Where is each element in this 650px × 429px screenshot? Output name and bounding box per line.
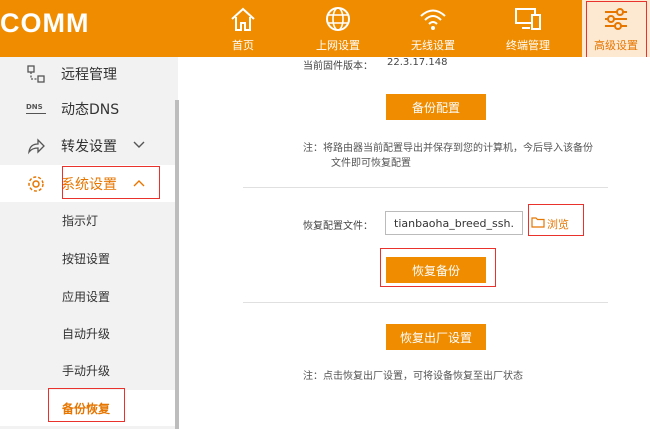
sidebar-item-forwarding[interactable]: 转发设置 [0, 127, 176, 164]
remote-icon [27, 65, 45, 83]
sidebar-subitem-label: 指示灯 [62, 214, 99, 228]
nav-advanced-label: 高级设置 [594, 39, 638, 52]
factory-reset-note: 注：点击恢复出厂设置，可将设备恢复至出厂状态 [303, 371, 523, 382]
chevron-down-icon [133, 141, 145, 148]
sidebar-subitem-auto-upgrade[interactable]: 自动升级 [0, 315, 176, 351]
sidebar-item-system-settings[interactable]: 系统设置 [0, 165, 176, 202]
firmware-version-label: 当前固件版本： [303, 61, 373, 72]
sidebar-item-label: 系统设置 [61, 177, 117, 193]
browse-button[interactable]: 浏览 [531, 213, 581, 233]
nav-wireless-label: 无线设置 [411, 39, 455, 52]
sidebar-item-label: 远程管理 [61, 67, 117, 83]
sidebar-item-label: 转发设置 [61, 139, 117, 155]
sidebar-subitem-indicator[interactable]: 指示灯 [0, 202, 176, 238]
restore-file-label: 恢复配置文件： [303, 221, 373, 232]
home-icon [231, 7, 255, 31]
globe-icon [326, 7, 350, 31]
nav-advanced-settings[interactable]: 高级设置 [582, 0, 650, 57]
restore-file-input[interactable] [385, 211, 523, 235]
forward-icon [28, 138, 45, 155]
sliders-icon [605, 8, 627, 30]
sidebar-subitem-manual-upgrade[interactable]: 手动升级 [0, 352, 176, 388]
wifi-icon [420, 9, 446, 30]
gear-icon [28, 176, 44, 192]
nav-internet-settings[interactable]: 上网设置 [297, 0, 379, 57]
chevron-up-icon [133, 180, 145, 187]
factory-reset-button[interactable]: 恢复出厂设置 [386, 324, 486, 350]
brand-logo: COMM [0, 8, 90, 38]
nav-device-management[interactable]: 终端管理 [487, 0, 569, 57]
backup-note-line2: 文件即可恢复配置 [331, 158, 411, 169]
sidebar-subitem-label: 手动升级 [62, 364, 111, 378]
restore-backup-button[interactable]: 恢复备份 [386, 257, 486, 283]
sidebar-item-remote-management[interactable]: 远程管理 [0, 55, 176, 92]
devices-icon [515, 8, 541, 30]
nav-home[interactable]: 首页 [202, 0, 284, 57]
sidebar: 远程管理 DNS 动态DNS 转发设置 系统设置 指示灯 按钮设置 应用设置 自… [0, 55, 179, 429]
section-divider [243, 187, 608, 188]
sidebar-subitem-label: 备份恢复 [62, 402, 111, 416]
sidebar-subitem-label: 自动升级 [62, 327, 111, 341]
sidebar-scrollbar[interactable] [175, 100, 179, 429]
nav-device-label: 终端管理 [506, 39, 550, 52]
sidebar-item-label: 动态DNS [61, 102, 120, 118]
firmware-version-value: 22.3.17.148 [387, 57, 448, 68]
sidebar-subitem-label: 按钮设置 [62, 252, 111, 266]
backup-config-button[interactable]: 备份配置 [386, 94, 486, 120]
section-divider [243, 302, 608, 303]
dns-icon: DNS [26, 103, 46, 114]
folder-icon [531, 217, 545, 228]
backup-note-line1: 注：将路由器当前配置导出并保存到您的计算机，今后导入该备份 [303, 143, 593, 154]
top-navigation-bar: COMM 首页 上网设置 无线设置 终端管理 高级设置 [0, 0, 650, 57]
nav-wireless-settings[interactable]: 无线设置 [392, 0, 474, 57]
sidebar-subitem-app-settings[interactable]: 应用设置 [0, 278, 176, 314]
sidebar-item-ddns[interactable]: DNS 动态DNS [0, 90, 176, 127]
sidebar-subitem-backup-restore[interactable]: 备份恢复 [0, 390, 176, 426]
nav-home-label: 首页 [232, 39, 254, 52]
nav-internet-label: 上网设置 [316, 39, 360, 52]
sidebar-subitem-label: 应用设置 [62, 290, 111, 304]
browse-label: 浏览 [547, 218, 569, 231]
main-content: 当前固件版本： 22.3.17.148 备份配置 注：将路由器当前配置导出并保存… [180, 57, 650, 429]
sidebar-subitem-button-settings[interactable]: 按钮设置 [0, 240, 176, 276]
